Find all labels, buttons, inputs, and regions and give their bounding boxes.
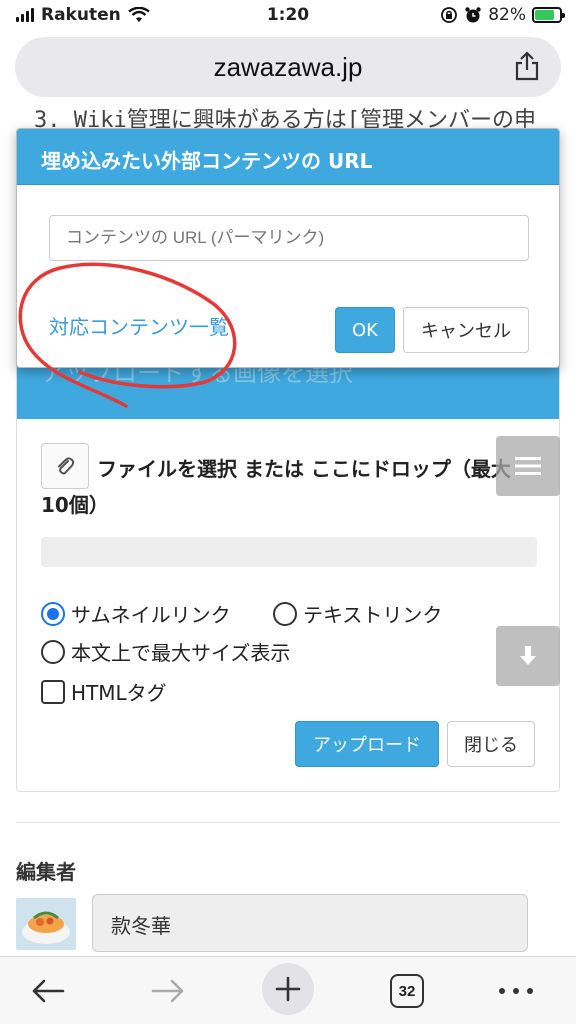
- hamburger-icon: [515, 457, 541, 475]
- back-button[interactable]: [20, 967, 76, 1015]
- upload-progress-bar: [41, 537, 537, 567]
- dialog-header: 埋め込みたい外部コンテンツの URL: [17, 129, 559, 185]
- alarm-icon: [465, 7, 481, 23]
- plus-icon: [262, 963, 314, 1015]
- upload-button[interactable]: アップロード: [295, 721, 439, 767]
- browser-toolbar: 32: [0, 956, 576, 1024]
- section-divider: [16, 822, 560, 823]
- radio-checked-icon[interactable]: [41, 601, 65, 626]
- radio-unchecked-icon[interactable]: [273, 601, 297, 626]
- option-html-tag-label: HTMLタグ: [71, 681, 167, 705]
- option-max-size[interactable]: 本文上で最大サイズ表示: [41, 637, 290, 666]
- option-html-tag[interactable]: HTMLタグ: [41, 677, 167, 706]
- ok-button[interactable]: OK: [335, 307, 395, 353]
- supported-content-link[interactable]: 対応コンテンツ一覧: [49, 311, 229, 340]
- tabs-button[interactable]: 32: [379, 967, 435, 1015]
- embed-url-dialog: 埋め込みたい外部コンテンツの URL 対応コンテンツ一覧 OK キャンセル: [16, 128, 560, 368]
- option-text-link[interactable]: テキストリンク: [273, 599, 442, 628]
- dialog-title: 埋め込みたい外部コンテンツの URL: [41, 149, 373, 173]
- editor-name-field[interactable]: 款冬華: [92, 894, 528, 952]
- arrow-down-icon: [520, 646, 536, 665]
- address-domain[interactable]: zawazawa.jp: [15, 52, 561, 83]
- status-bar: Rakuten 1:20 82%: [0, 0, 576, 32]
- cancel-button[interactable]: キャンセル: [403, 307, 529, 353]
- forward-button[interactable]: [140, 967, 196, 1015]
- option-text-link-label: テキストリンク: [303, 603, 443, 627]
- tab-count-icon: 32: [390, 974, 424, 1008]
- option-thumbnail-link-label: サムネイルリンク: [71, 603, 231, 627]
- checkbox-icon[interactable]: [41, 679, 65, 704]
- arrow-right-icon: [151, 979, 184, 1003]
- share-icon[interactable]: [513, 51, 541, 81]
- new-tab-button[interactable]: [260, 963, 316, 1015]
- battery-percent: 82%: [488, 5, 526, 25]
- rotation-lock-icon: [441, 7, 458, 23]
- status-right: 82%: [440, 5, 565, 25]
- editor-avatar: [16, 898, 76, 950]
- radio-unchecked-icon[interactable]: [41, 639, 65, 664]
- arrow-left-icon: [32, 979, 65, 1003]
- more-dots-icon: [499, 988, 533, 994]
- address-bar[interactable]: zawazawa.jp: [15, 37, 561, 97]
- upload-panel: アップロードする画像を選択 ファイルを選択 または ここにドロップ（最大10個）…: [16, 330, 560, 792]
- option-max-size-label: 本文上で最大サイズ表示: [71, 641, 291, 665]
- option-thumbnail-link[interactable]: サムネイルリンク: [41, 599, 231, 628]
- battery-icon: [532, 7, 565, 23]
- more-button[interactable]: [488, 967, 544, 1015]
- close-button[interactable]: 閉じる: [447, 721, 535, 767]
- menu-float-button[interactable]: [496, 436, 560, 496]
- file-select-label[interactable]: ファイルを選択 または ここにドロップ（最大10個）: [41, 451, 511, 523]
- editor-heading: 編集者: [16, 860, 76, 884]
- scroll-down-float-button[interactable]: [496, 626, 560, 686]
- embed-url-input[interactable]: [49, 215, 529, 261]
